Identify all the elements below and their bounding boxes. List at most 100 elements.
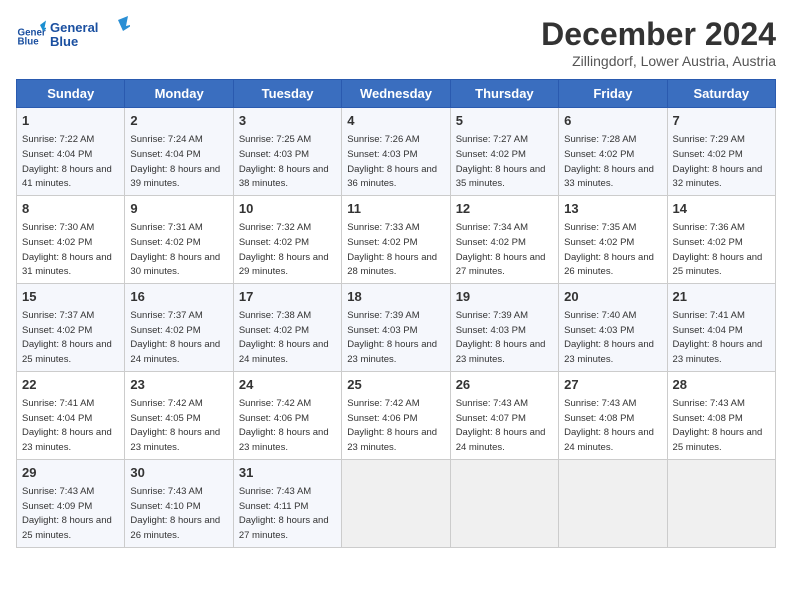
day-info: Sunrise: 7:37 AMSunset: 4:02 PMDaylight:… — [130, 310, 220, 365]
dow-header: Friday — [559, 80, 667, 108]
calendar-cell: 4 Sunrise: 7:26 AMSunset: 4:03 PMDaylight… — [342, 108, 450, 196]
day-info: Sunrise: 7:42 AMSunset: 4:05 PMDaylight:… — [130, 398, 220, 453]
logo-graphic: General Blue — [50, 16, 130, 52]
calendar-cell: 3Sunrise: 7:25 AMSunset: 4:03 PMDaylight… — [233, 108, 341, 196]
day-info: Sunrise: 7:28 AMSunset: 4:02 PMDaylight:… — [564, 134, 654, 189]
day-info: Sunrise: 7:42 AMSunset: 4:06 PMDaylight:… — [347, 398, 437, 453]
calendar-cell: 26 Sunrise: 7:43 AMSunset: 4:07 PMDayligh… — [450, 371, 558, 459]
calendar-cell: 27Sunrise: 7:43 AMSunset: 4:08 PMDayligh… — [559, 371, 667, 459]
day-number: 24 — [239, 376, 336, 394]
day-number: 1 — [22, 112, 119, 130]
dow-header: Sunday — [17, 80, 125, 108]
day-number: 22 — [22, 376, 119, 394]
day-info: Sunrise: 7:39 AMSunset: 4:03 PMDaylight:… — [456, 310, 546, 365]
calendar-cell: 11 Sunrise: 7:33 AMSunset: 4:02 PMDayligh… — [342, 195, 450, 283]
calendar-cell: 7 Sunrise: 7:29 AMSunset: 4:02 PMDaylight… — [667, 108, 775, 196]
dow-header: Tuesday — [233, 80, 341, 108]
calendar-cell — [667, 459, 775, 547]
day-info: Sunrise: 7:34 AMSunset: 4:02 PMDaylight:… — [456, 222, 546, 277]
day-info: Sunrise: 7:40 AMSunset: 4:03 PMDaylight:… — [564, 310, 654, 365]
day-info: Sunrise: 7:38 AMSunset: 4:02 PMDaylight:… — [239, 310, 329, 365]
calendar-week-row: 8Sunrise: 7:30 AMSunset: 4:02 PMDaylight… — [17, 195, 776, 283]
day-info: Sunrise: 7:22 AMSunset: 4:04 PMDaylight:… — [22, 134, 112, 189]
calendar-cell: 8Sunrise: 7:30 AMSunset: 4:02 PMDaylight… — [17, 195, 125, 283]
day-number: 27 — [564, 376, 661, 394]
day-info: Sunrise: 7:43 AMSunset: 4:09 PMDaylight:… — [22, 486, 112, 541]
logo-icon: General Blue — [16, 19, 46, 49]
svg-text:Blue: Blue — [50, 34, 78, 49]
calendar-cell: 19 Sunrise: 7:39 AMSunset: 4:03 PMDayligh… — [450, 283, 558, 371]
calendar-cell: 24 Sunrise: 7:42 AMSunset: 4:06 PMDayligh… — [233, 371, 341, 459]
calendar-cell: 18Sunrise: 7:39 AMSunset: 4:03 PMDayligh… — [342, 283, 450, 371]
svg-text:General: General — [50, 20, 98, 35]
day-info: Sunrise: 7:43 AMSunset: 4:08 PMDaylight:… — [673, 398, 763, 453]
calendar-cell: 5 Sunrise: 7:27 AMSunset: 4:02 PMDaylight… — [450, 108, 558, 196]
page-title: December 2024 — [541, 16, 776, 53]
day-number: 13 — [564, 200, 661, 218]
page-subtitle: Zillingdorf, Lower Austria, Austria — [541, 53, 776, 69]
calendar-week-row: 1 Sunrise: 7:22 AMSunset: 4:04 PMDaylight… — [17, 108, 776, 196]
calendar-cell: 6 Sunrise: 7:28 AMSunset: 4:02 PMDaylight… — [559, 108, 667, 196]
calendar-cell — [450, 459, 558, 547]
day-info: Sunrise: 7:36 AMSunset: 4:02 PMDaylight:… — [673, 222, 763, 277]
day-info: Sunrise: 7:27 AMSunset: 4:02 PMDaylight:… — [456, 134, 546, 189]
day-info: Sunrise: 7:30 AMSunset: 4:02 PMDaylight:… — [22, 222, 112, 277]
day-info: Sunrise: 7:29 AMSunset: 4:02 PMDaylight:… — [673, 134, 763, 189]
day-info: Sunrise: 7:41 AMSunset: 4:04 PMDaylight:… — [22, 398, 112, 453]
calendar-cell: 9 Sunrise: 7:31 AMSunset: 4:02 PMDaylight… — [125, 195, 233, 283]
calendar-cell: 21Sunrise: 7:41 AMSunset: 4:04 PMDayligh… — [667, 283, 775, 371]
day-number: 17 — [239, 288, 336, 306]
day-info: Sunrise: 7:43 AMSunset: 4:11 PMDaylight:… — [239, 486, 329, 541]
calendar-cell: 28Sunrise: 7:43 AMSunset: 4:08 PMDayligh… — [667, 371, 775, 459]
page-header: General Blue General Blue December 2024 … — [16, 16, 776, 69]
day-number: 5 — [456, 112, 553, 130]
dow-header: Wednesday — [342, 80, 450, 108]
day-number: 31 — [239, 464, 336, 482]
day-number: 4 — [347, 112, 444, 130]
day-number: 7 — [673, 112, 770, 130]
day-info: Sunrise: 7:41 AMSunset: 4:04 PMDaylight:… — [673, 310, 763, 365]
day-info: Sunrise: 7:35 AMSunset: 4:02 PMDaylight:… — [564, 222, 654, 277]
calendar-cell: 25Sunrise: 7:42 AMSunset: 4:06 PMDayligh… — [342, 371, 450, 459]
day-info: Sunrise: 7:37 AMSunset: 4:02 PMDaylight:… — [22, 310, 112, 365]
day-number: 23 — [130, 376, 227, 394]
day-info: Sunrise: 7:24 AMSunset: 4:04 PMDaylight:… — [130, 134, 220, 189]
dow-header: Thursday — [450, 80, 558, 108]
calendar-week-row: 15 Sunrise: 7:37 AMSunset: 4:02 PMDayligh… — [17, 283, 776, 371]
calendar-cell: 12 Sunrise: 7:34 AMSunset: 4:02 PMDayligh… — [450, 195, 558, 283]
day-info: Sunrise: 7:42 AMSunset: 4:06 PMDaylight:… — [239, 398, 329, 453]
day-info: Sunrise: 7:26 AMSunset: 4:03 PMDaylight:… — [347, 134, 437, 189]
day-number: 2 — [130, 112, 227, 130]
calendar-cell: 29 Sunrise: 7:43 AMSunset: 4:09 PMDayligh… — [17, 459, 125, 547]
day-number: 10 — [239, 200, 336, 218]
day-info: Sunrise: 7:33 AMSunset: 4:02 PMDaylight:… — [347, 222, 437, 277]
day-info: Sunrise: 7:39 AMSunset: 4:03 PMDaylight:… — [347, 310, 437, 365]
calendar-cell: 22 Sunrise: 7:41 AMSunset: 4:04 PMDayligh… — [17, 371, 125, 459]
day-number: 6 — [564, 112, 661, 130]
day-number: 26 — [456, 376, 553, 394]
calendar-week-row: 22 Sunrise: 7:41 AMSunset: 4:04 PMDayligh… — [17, 371, 776, 459]
calendar-cell: 17 Sunrise: 7:38 AMSunset: 4:02 PMDayligh… — [233, 283, 341, 371]
day-number: 30 — [130, 464, 227, 482]
calendar-cell — [559, 459, 667, 547]
day-number: 29 — [22, 464, 119, 482]
day-number: 9 — [130, 200, 227, 218]
calendar-cell: 10 Sunrise: 7:32 AMSunset: 4:02 PMDayligh… — [233, 195, 341, 283]
day-info: Sunrise: 7:25 AMSunset: 4:03 PMDaylight:… — [239, 134, 329, 189]
days-of-week-row: SundayMondayTuesdayWednesdayThursdayFrid… — [17, 80, 776, 108]
calendar-week-row: 29 Sunrise: 7:43 AMSunset: 4:09 PMDayligh… — [17, 459, 776, 547]
calendar-table: SundayMondayTuesdayWednesdayThursdayFrid… — [16, 79, 776, 548]
day-number: 12 — [456, 200, 553, 218]
day-info: Sunrise: 7:32 AMSunset: 4:02 PMDaylight:… — [239, 222, 329, 277]
day-number: 19 — [456, 288, 553, 306]
svg-text:Blue: Blue — [18, 37, 40, 48]
day-number: 14 — [673, 200, 770, 218]
day-info: Sunrise: 7:43 AMSunset: 4:07 PMDaylight:… — [456, 398, 546, 453]
calendar-cell: 13 Sunrise: 7:35 AMSunset: 4:02 PMDayligh… — [559, 195, 667, 283]
day-info: Sunrise: 7:43 AMSunset: 4:10 PMDaylight:… — [130, 486, 220, 541]
day-number: 15 — [22, 288, 119, 306]
calendar-cell: 20Sunrise: 7:40 AMSunset: 4:03 PMDayligh… — [559, 283, 667, 371]
day-info: Sunrise: 7:31 AMSunset: 4:02 PMDaylight:… — [130, 222, 220, 277]
day-number: 11 — [347, 200, 444, 218]
calendar-cell: 14 Sunrise: 7:36 AMSunset: 4:02 PMDayligh… — [667, 195, 775, 283]
